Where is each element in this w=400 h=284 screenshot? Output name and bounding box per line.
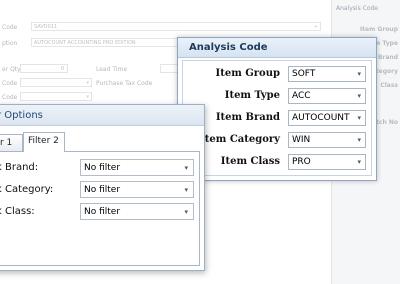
purchase-tax-code-label: Purchase Tax Code: [96, 80, 153, 87]
order-qty-value: 0: [60, 66, 64, 72]
item-brand-select[interactable]: AUTOCOUNT ▾: [288, 110, 366, 126]
tab-filter-2[interactable]: Filter 2: [23, 132, 65, 152]
tax-code-label: Code: [2, 80, 18, 87]
filter-options-title-bar[interactable]: r Options: [0, 105, 204, 126]
code-label-2: Code: [2, 94, 18, 101]
order-qty-label: er Qty: [2, 66, 21, 73]
stock-brand-row: k Brand: No filter ▾: [0, 159, 201, 176]
tax-code-field[interactable]: ▾: [20, 78, 92, 87]
chevron-down-icon[interactable]: ▾: [357, 136, 361, 144]
order-qty-field[interactable]: 0: [20, 64, 68, 73]
stock-class-label: k Class:: [0, 206, 35, 217]
item-group-label: Item Group: [215, 68, 280, 79]
stock-category-select[interactable]: No filter ▾: [80, 181, 194, 198]
item-class-row: Item Class PRO ▾: [183, 154, 373, 170]
stock-class-value: No filter: [84, 207, 121, 217]
stock-class-row: k Class: No filter ▾: [0, 203, 201, 220]
chevron-down-icon: ▾: [86, 94, 89, 100]
filter-2-panel: k Brand: No filter ▾ k Category: No filt…: [0, 151, 200, 266]
chevron-down-icon[interactable]: ▾: [357, 158, 361, 166]
dialog-title: Analysis Code: [189, 42, 268, 53]
description-label: ption: [2, 40, 18, 47]
item-class-select[interactable]: PRO ▾: [288, 154, 366, 170]
chevron-down-icon: +: [313, 24, 318, 30]
stock-category-value: No filter: [84, 185, 121, 195]
chevron-down-icon: ▾: [86, 80, 89, 86]
item-type-label: Item Type: [224, 90, 280, 101]
side-panel-header: Analysis Code: [336, 5, 378, 12]
item-group-row: Item Group SOFT ▾: [183, 66, 373, 82]
code-field-2[interactable]: ▾: [20, 92, 92, 101]
item-group-select[interactable]: SOFT ▾: [288, 66, 366, 82]
stock-class-select[interactable]: No filter ▾: [80, 203, 194, 220]
chevron-down-icon[interactable]: ▾: [357, 70, 361, 78]
item-brand-label: Item Brand: [215, 112, 280, 123]
chevron-down-icon[interactable]: ▾: [184, 208, 188, 216]
chevron-down-icon[interactable]: ▾: [184, 186, 188, 194]
item-code-value: SAVD011: [34, 24, 58, 30]
stock-category-label: k Category:: [0, 184, 54, 195]
stock-brand-label: k Brand:: [0, 162, 39, 173]
stock-category-row: k Category: No filter ▾: [0, 181, 201, 198]
chevron-down-icon[interactable]: ▾: [357, 92, 361, 100]
chevron-down-icon[interactable]: ▾: [357, 114, 361, 122]
item-brand-value: AUTOCOUNT: [292, 113, 350, 123]
analysis-code-dialog: Analysis Code Item Group SOFT ▾ Item Typ…: [177, 37, 377, 181]
item-type-select[interactable]: ACC ▾: [288, 88, 366, 104]
stock-brand-select[interactable]: No filter ▾: [80, 159, 194, 176]
item-category-select[interactable]: WIN ▾: [288, 132, 366, 148]
tab-filter-1[interactable]: r 1: [0, 134, 23, 151]
description-value: AUTOCOUNT ACCOUNTING PRO EDITION: [34, 40, 136, 46]
item-brand-row: Item Brand AUTOCOUNT ▾: [183, 110, 373, 126]
dialog-title: r Options: [0, 110, 43, 121]
item-type-row: Item Type ACC ▾: [183, 88, 373, 104]
item-class-label: Item Class: [220, 156, 280, 167]
item-class-value: PRO: [292, 157, 311, 167]
item-category-value: WIN: [292, 135, 311, 145]
item-type-value: ACC: [292, 91, 311, 101]
item-category-label: Item Category: [200, 134, 280, 145]
item-code-label: Code: [2, 24, 18, 31]
side-label-class: Class: [380, 82, 398, 89]
item-code-field[interactable]: SAVD011 +: [31, 22, 321, 31]
item-group-value: SOFT: [292, 69, 316, 79]
analysis-code-title-bar[interactable]: Analysis Code: [178, 38, 376, 58]
item-category-row: Item Category WIN ▾: [183, 132, 373, 148]
chevron-down-icon[interactable]: ▾: [184, 164, 188, 172]
filter-tabs: r 1 Filter 2: [0, 132, 200, 152]
stock-brand-value: No filter: [84, 163, 121, 173]
lead-time-label: Lead Time: [96, 66, 128, 73]
filter-options-dialog: r Options r 1 Filter 2 k Brand: No filte…: [0, 104, 205, 271]
side-label-item-group: Item Group: [359, 26, 398, 33]
analysis-code-body: Item Group SOFT ▾ Item Type ACC ▾ Item B…: [182, 60, 372, 176]
